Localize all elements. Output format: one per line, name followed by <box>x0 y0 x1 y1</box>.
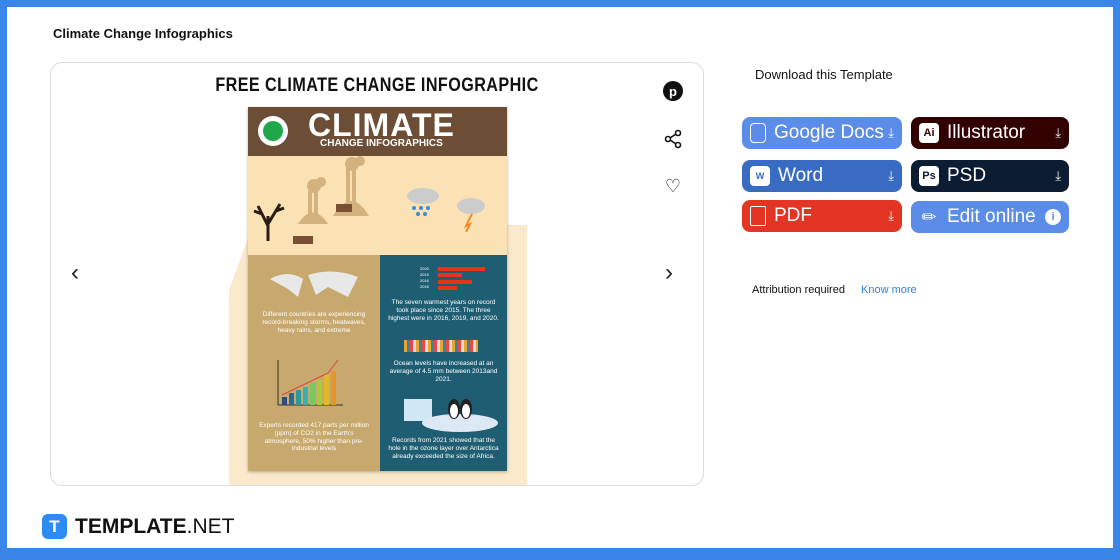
factory-scene <box>248 156 507 255</box>
city-skyline-icon <box>404 340 478 352</box>
info-icon[interactable]: i <box>1045 209 1061 225</box>
pencil-icon: ✏ <box>921 206 937 227</box>
download-icon: ⤓ <box>888 208 894 223</box>
share-icon <box>664 129 682 149</box>
world-map-icon <box>270 271 358 297</box>
year-label: 2016 <box>420 284 429 289</box>
button-label: PSD <box>947 165 987 186</box>
year-bar <box>438 286 457 290</box>
know-more-link[interactable]: Know more <box>861 284 917 296</box>
preview-card: FREE CLIMATE CHANGE INFOGRAPHIC CLIMATE … <box>50 62 704 486</box>
warmest-text: The seven warmest years on record took p… <box>388 299 499 322</box>
word-button[interactable]: W Word ⤓ <box>742 160 902 192</box>
download-icon: ⤓ <box>1055 125 1061 140</box>
brand-logo[interactable]: T TEMPLATE.NET <box>42 514 234 539</box>
template-logo-icon: T <box>42 514 67 539</box>
attribution-text: Attribution required <box>752 284 845 296</box>
poster-right-column: 2020 2019 2016 2016 The seven warmest ye… <box>380 255 507 471</box>
infographic-poster: CLIMATE CHANGE INFOGRAPHICS Different co… <box>248 107 507 471</box>
pdf-icon <box>750 206 766 226</box>
button-label: Google Docs <box>774 122 884 143</box>
co2-bar-chart <box>277 359 343 406</box>
google-docs-icon <box>750 123 766 143</box>
poster-left-column: Different countries are experiencing rec… <box>248 255 380 471</box>
button-label: Edit online <box>947 206 1036 227</box>
previous-arrow-icon[interactable]: ‹ <box>71 259 79 287</box>
year-bar <box>438 273 462 277</box>
illustrator-icon: Ai <box>919 123 939 143</box>
heart-icon: ♡ <box>664 175 682 196</box>
illustrator-button[interactable]: Ai Illustrator ⤓ <box>911 117 1069 149</box>
poster-subtitle: CHANGE INFOGRAPHICS <box>320 138 443 149</box>
favorite-button[interactable]: ♡ <box>661 174 685 198</box>
next-arrow-icon[interactable]: › <box>665 259 673 287</box>
pinterest-icon: p <box>663 81 683 101</box>
download-icon: ⤓ <box>888 125 894 140</box>
countries-text: Different countries are experiencing rec… <box>262 311 366 334</box>
school-logo <box>258 116 288 146</box>
ocean-text: Ocean levels have increased at an averag… <box>389 360 498 383</box>
preview-heading: FREE CLIMATE CHANGE INFOGRAPHIC <box>215 75 539 96</box>
psd-button[interactable]: Ps PSD ⤓ <box>911 160 1069 192</box>
poster-header: CLIMATE CHANGE INFOGRAPHICS <box>248 107 507 156</box>
year-bar <box>438 280 472 284</box>
button-label: Illustrator <box>947 122 1026 143</box>
download-icon: ⤓ <box>888 168 894 183</box>
penguins-ice-icon <box>404 399 498 432</box>
page-title: Climate Change Infographics <box>53 26 233 41</box>
google-docs-button[interactable]: Google Docs ⤓ <box>742 117 902 149</box>
download-icon: ⤓ <box>1055 168 1061 183</box>
download-title: Download this Template <box>755 67 893 82</box>
pdf-button[interactable]: PDF ⤓ <box>742 200 902 232</box>
year-bar <box>438 267 485 271</box>
brand-name: TEMPLATE <box>75 514 187 538</box>
ozone-text: Records from 2021 showed that the hole i… <box>388 437 499 460</box>
button-label: Word <box>778 165 824 186</box>
scene-illustration <box>253 156 485 244</box>
photoshop-icon: Ps <box>919 166 939 186</box>
word-icon: W <box>750 166 770 186</box>
button-label: PDF <box>774 205 812 226</box>
co2-text: Experts recorded 417 parts per million (… <box>259 422 369 453</box>
edit-online-button[interactable]: ✏ Edit online i <box>911 201 1069 233</box>
share-button[interactable] <box>661 127 685 151</box>
pinterest-button[interactable]: p <box>661 79 685 103</box>
brand-suffix: .NET <box>186 514 235 538</box>
